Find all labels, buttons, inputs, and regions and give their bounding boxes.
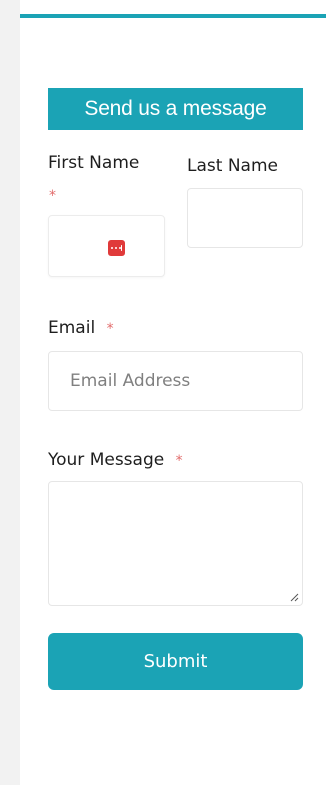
email-label: Email *: [48, 317, 114, 340]
password-manager-icon[interactable]: [108, 240, 125, 256]
email-label-text: Email: [48, 318, 96, 338]
email-input[interactable]: [70, 352, 290, 410]
last-name-field[interactable]: [187, 188, 303, 248]
form-title: Send us a message: [48, 88, 303, 130]
email-field-wrapper: [48, 351, 303, 411]
email-required-mark: *: [106, 321, 114, 337]
first-name-field[interactable]: [48, 215, 165, 277]
contact-form-panel: Send us a message First Name * Last Name…: [20, 0, 326, 785]
first-name-label: First Name: [48, 153, 140, 173]
message-label-text: Your Message: [48, 450, 165, 470]
message-label: Your Message *: [48, 449, 183, 472]
message-required-mark: *: [175, 453, 183, 469]
last-name-label: Last Name: [187, 156, 278, 176]
message-textarea[interactable]: [48, 481, 303, 606]
first-name-required-mark: *: [49, 188, 56, 204]
top-accent-bar: [20, 14, 326, 18]
submit-button[interactable]: Submit: [48, 633, 303, 690]
resize-handle-icon[interactable]: [289, 592, 299, 602]
